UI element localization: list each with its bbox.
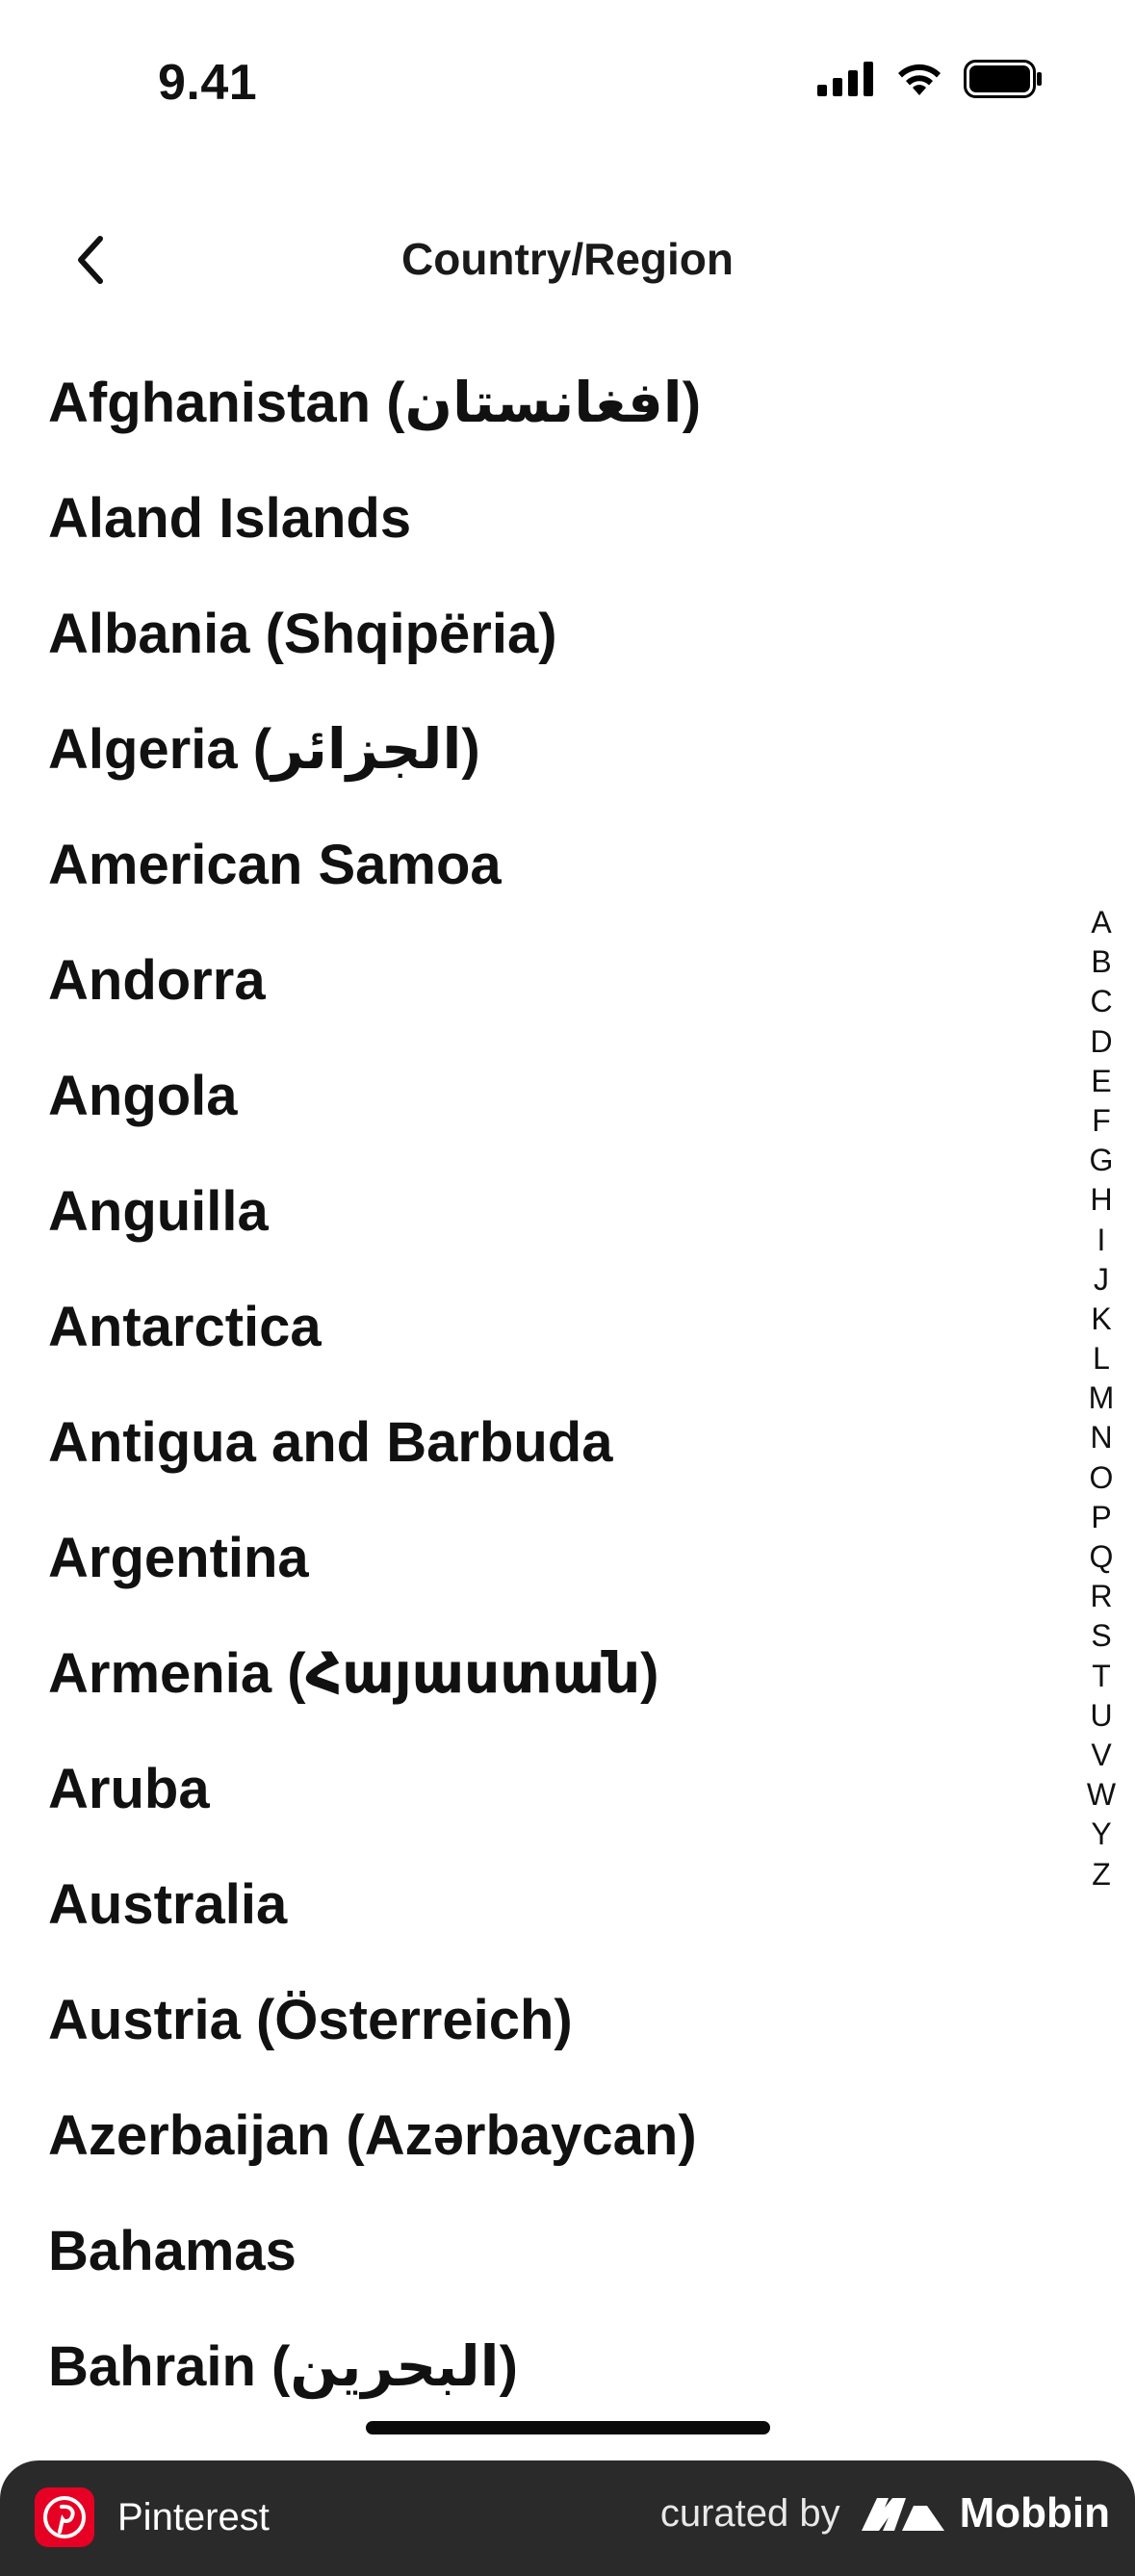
index-letter-e[interactable]: E (1091, 1062, 1111, 1101)
list-item[interactable]: Aruba (0, 1731, 1135, 1846)
index-letter-d[interactable]: D (1090, 1022, 1112, 1062)
signal-icon (817, 62, 875, 101)
index-letter-g[interactable]: G (1090, 1141, 1114, 1180)
pinterest-logo-icon (35, 2487, 94, 2547)
list-item[interactable]: Angola (0, 1038, 1135, 1153)
nav-bar: Country/Region (0, 212, 1135, 308)
footer-app-name: Pinterest (117, 2495, 270, 2538)
curated-by-label: curated by (659, 2491, 840, 2535)
mobbin-logo: Mobbin (860, 2489, 1110, 2537)
footer-bar: Pinterest curated by Mobbin (0, 2460, 1135, 2576)
list-item[interactable]: Argentina (0, 1500, 1135, 1615)
list-item[interactable]: Bahrain (البحرين) (0, 2308, 1135, 2424)
index-letter-v[interactable]: V (1091, 1736, 1111, 1775)
list-item[interactable]: Antarctica (0, 1269, 1135, 1384)
index-letter-c[interactable]: C (1090, 982, 1112, 1021)
list-item[interactable]: Andorra (0, 922, 1135, 1038)
index-letter-h[interactable]: H (1090, 1180, 1112, 1220)
wifi-icon (894, 61, 944, 102)
list-item[interactable]: Azerbaijan (Azərbaycan) (0, 2077, 1135, 2193)
index-letter-u[interactable]: U (1090, 1696, 1112, 1736)
index-letter-j[interactable]: J (1094, 1260, 1109, 1300)
list-item[interactable]: Armenia (Հայաստան) (0, 1615, 1135, 1731)
mobbin-brand-text: Mobbin (959, 2489, 1110, 2537)
list-item[interactable]: Albania (Shqipëria) (0, 576, 1135, 691)
home-indicator[interactable] (366, 2421, 770, 2434)
index-letter-m[interactable]: M (1089, 1378, 1115, 1418)
index-letter-i[interactable]: I (1097, 1221, 1106, 1260)
list-item[interactable]: Anguilla (0, 1153, 1135, 1269)
index-letter-n[interactable]: N (1090, 1418, 1112, 1457)
index-letter-t[interactable]: T (1092, 1657, 1111, 1696)
index-letter-l[interactable]: L (1093, 1339, 1110, 1378)
list-item[interactable]: Aland Islands (0, 460, 1135, 576)
list-item[interactable]: American Samoa (0, 807, 1135, 922)
index-letter-p[interactable]: P (1091, 1498, 1111, 1537)
status-time: 9.41 (158, 55, 258, 111)
alphabet-index[interactable]: A B C D E F G H I J K L M N O P Q R S T … (1068, 903, 1135, 1894)
footer-credit: curated by Mobbin (660, 2489, 1110, 2537)
list-item[interactable]: Afghanistan (افغانستان) (0, 345, 1135, 460)
page-title: Country/Region (401, 234, 734, 284)
list-item[interactable]: Algeria (الجزائر) (0, 691, 1135, 807)
index-letter-q[interactable]: Q (1090, 1537, 1114, 1577)
index-letter-s[interactable]: S (1091, 1616, 1111, 1656)
list-item[interactable]: Bahamas (0, 2193, 1135, 2308)
index-letter-f[interactable]: F (1092, 1101, 1111, 1141)
index-letter-r[interactable]: R (1090, 1577, 1112, 1616)
index-letter-k[interactable]: K (1091, 1300, 1111, 1339)
footer-app: Pinterest (35, 2487, 270, 2547)
index-letter-z[interactable]: Z (1092, 1855, 1111, 1894)
list-item[interactable]: Australia (0, 1846, 1135, 1962)
status-bar: 9.41 (0, 0, 1135, 164)
list-item[interactable]: Antigua and Barbuda (0, 1384, 1135, 1500)
mobbin-mark-icon (861, 2498, 944, 2531)
index-letter-b[interactable]: B (1091, 942, 1111, 982)
battery-icon (964, 60, 1043, 103)
index-letter-o[interactable]: O (1090, 1458, 1114, 1498)
index-letter-a[interactable]: A (1091, 903, 1111, 942)
index-letter-w[interactable]: W (1087, 1775, 1116, 1815)
status-icons (817, 60, 1043, 103)
country-list[interactable]: Afghanistan (افغانستان) Aland Islands Al… (0, 345, 1135, 2459)
list-item[interactable]: Austria (Österreich) (0, 1962, 1135, 2077)
index-letter-y[interactable]: Y (1091, 1815, 1111, 1854)
